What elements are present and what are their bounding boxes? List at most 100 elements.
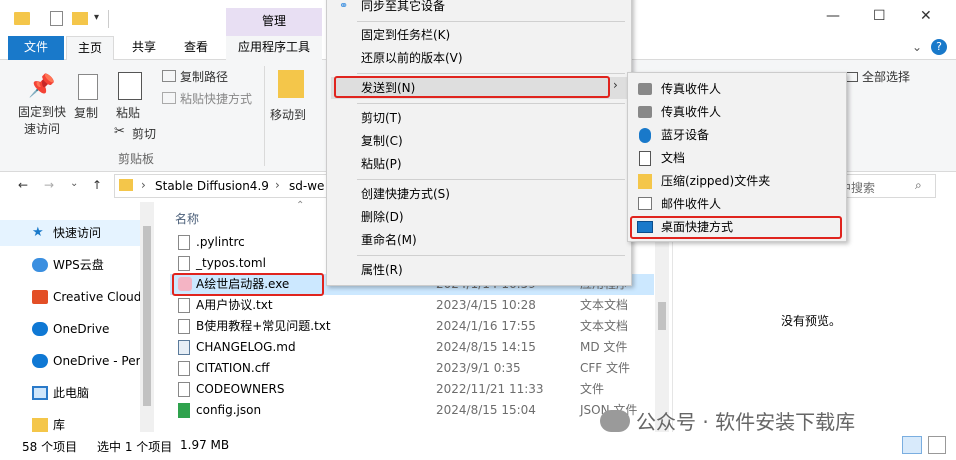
pin-quick-access-button[interactable]: 固定到快速访问 — [14, 104, 70, 138]
file-date: 2024/8/15 15:04 — [436, 403, 536, 417]
menu-item-cut[interactable]: 剪切(T) — [361, 107, 402, 129]
table-row[interactable]: CODEOWNERS 2022/11/21 11:33 文件 — [170, 379, 654, 400]
table-row[interactable]: CITATION.cff 2023/9/1 0:35 CFF 文件 — [170, 358, 654, 379]
table-row[interactable]: config.json 2024/8/15 15:04 JSON 文件 — [170, 400, 654, 421]
menu-item-paste[interactable]: 粘贴(P) — [361, 153, 402, 175]
menu-item-restore-versions[interactable]: 还原以前的版本(V) — [361, 47, 463, 69]
table-row[interactable]: A用户协议.txt 2023/4/15 10:28 文本文档 — [170, 295, 654, 316]
nav-item-wps[interactable]: WPS云盘 — [0, 252, 140, 278]
nav-item-onedrive-personal[interactable]: OneDrive - Per — [0, 348, 140, 374]
file-type: 文本文档 — [580, 298, 629, 312]
search-icon[interactable]: ⌕ — [915, 178, 922, 193]
cloud-icon — [32, 258, 48, 272]
tab-file[interactable]: 文件 — [8, 36, 64, 60]
help-icon[interactable]: ? — [931, 39, 947, 55]
nav-label: OneDrive - Per — [53, 354, 140, 368]
table-row[interactable]: B使用教程+常见问题.txt 2024/1/16 17:55 文本文档 — [170, 316, 654, 337]
submenu-item-zip[interactable]: 压缩(zipped)文件夹 — [661, 170, 770, 192]
nav-item-creative-cloud[interactable]: Creative Cloud — [0, 284, 140, 310]
menu-item-rename[interactable]: 重命名(M) — [361, 229, 417, 251]
tab-view[interactable]: 查看 — [172, 36, 220, 60]
file-name: .pylintrc — [196, 235, 245, 249]
file-name: CHANGELOG.md — [196, 340, 296, 354]
manage-context-tab[interactable]: 管理 — [226, 8, 322, 36]
folder-icon — [14, 12, 30, 25]
select-all-button[interactable]: 全部选择 — [862, 68, 910, 85]
nav-label: 库 — [53, 418, 66, 432]
close-icon[interactable]: ✕ — [920, 8, 932, 24]
submenu-item-documents[interactable]: 文档 — [661, 147, 685, 169]
large-icons-view-icon[interactable] — [928, 436, 946, 454]
menu-item-create-shortcut[interactable]: 创建快捷方式(S) — [361, 183, 450, 205]
tab-share[interactable]: 共享 — [120, 36, 168, 60]
submenu-item-fax-1[interactable]: 传真收件人 — [661, 78, 721, 100]
status-bar: 58 个项目 选中 1 个项目 1.97 MB — [0, 432, 956, 460]
chevron-right-icon[interactable]: › — [275, 178, 280, 192]
text-file-icon — [178, 298, 190, 313]
details-view-icon[interactable] — [902, 436, 922, 454]
text-file-icon — [178, 319, 190, 334]
breadcrumb-sd-webui[interactable]: sd-we — [289, 179, 324, 193]
paste-icon — [118, 72, 142, 100]
minimize-icon[interactable]: — — [826, 8, 840, 24]
file-date: 2024/1/16 17:55 — [436, 319, 536, 333]
back-arrow-icon[interactable]: ← — [18, 178, 28, 192]
copy-button[interactable]: 复制 — [74, 104, 98, 121]
up-arrow-icon[interactable]: ↑ — [92, 178, 102, 192]
new-folder-icon[interactable] — [72, 12, 88, 25]
menu-item-properties[interactable]: 属性(R) — [361, 259, 403, 281]
nav-label: 快速访问 — [53, 226, 102, 240]
chevron-right-icon[interactable]: › — [141, 178, 146, 192]
breadcrumb-stable-diffusion[interactable]: Stable Diffusion4.9 — [155, 179, 269, 193]
file-list-header[interactable]: 名称 — [175, 210, 199, 227]
nav-label: OneDrive — [53, 322, 110, 336]
nav-item-onedrive[interactable]: OneDrive — [0, 316, 140, 342]
file-icon — [178, 235, 190, 250]
submenu-item-mail[interactable]: 邮件收件人 — [661, 193, 721, 215]
chevron-down-icon[interactable]: ⌄ — [912, 40, 922, 54]
nav-item-this-pc[interactable]: 此电脑 — [0, 380, 140, 406]
context-menu: ⚭ 同步至其它设备 固定到任务栏(K) 还原以前的版本(V) 发送到(N) › … — [326, 0, 632, 286]
cut-button[interactable]: 剪切 — [132, 125, 156, 142]
chevron-right-icon: › — [613, 78, 618, 92]
nav-label: 此电脑 — [53, 386, 90, 400]
forward-arrow-icon[interactable]: → — [44, 178, 54, 192]
file-date: 2023/9/1 0:35 — [436, 361, 521, 375]
highlight-exe-file — [172, 273, 324, 296]
address-bar[interactable]: › Stable Diffusion4.9 › sd-we — [114, 174, 334, 198]
table-row[interactable]: CHANGELOG.md 2024/8/15 14:15 MD 文件 — [170, 337, 654, 358]
no-preview-text: 没有预览。 — [781, 314, 842, 328]
menu-item-copy[interactable]: 复制(C) — [361, 130, 403, 152]
navigation-pane: ★ 快速访问 WPS云盘 Creative Cloud OneDrive One… — [0, 202, 155, 432]
paste-button[interactable]: 粘贴 — [116, 104, 140, 121]
selection-size: 1.97 MB — [180, 438, 230, 452]
move-to-button[interactable]: 移动到 — [270, 106, 306, 123]
file-date: 2024/8/15 14:15 — [436, 340, 536, 354]
chevron-down-icon[interactable]: ▾ — [94, 12, 99, 23]
nav-scrollbar[interactable] — [140, 202, 154, 432]
watermark: 公众号 · 软件安装下载库 — [600, 406, 930, 436]
tab-app-tools[interactable]: 应用程序工具 — [226, 36, 322, 60]
recent-locations-icon[interactable]: ⌄ — [70, 178, 78, 189]
menu-item-pin-taskbar[interactable]: 固定到任务栏(K) — [361, 24, 450, 46]
pin-icon: 📌 — [28, 74, 56, 99]
submenu-item-bluetooth[interactable]: 蓝牙设备 — [661, 124, 709, 146]
nav-label: WPS云盘 — [53, 258, 104, 272]
library-icon — [32, 418, 48, 432]
file-type: 文件 — [580, 382, 605, 396]
fax-icon — [638, 106, 652, 118]
nav-label: Creative Cloud — [53, 290, 140, 304]
copy-path-button[interactable]: 复制路径 — [180, 68, 228, 85]
file-name: _typos.toml — [196, 256, 266, 270]
nav-item-quick-access[interactable]: ★ 快速访问 — [0, 220, 140, 246]
submenu-item-fax-2[interactable]: 传真收件人 — [661, 101, 721, 123]
document-icon — [639, 151, 651, 166]
maximize-icon[interactable]: ☐ — [873, 8, 886, 24]
paste-shortcut-button[interactable]: 粘贴快捷方式 — [180, 90, 252, 107]
scissors-icon: ✂ — [114, 124, 125, 139]
tab-home[interactable]: 主页 — [66, 36, 114, 60]
onedrive-icon — [32, 354, 48, 368]
menu-item-sync[interactable]: 同步至其它设备 — [361, 0, 445, 17]
properties-icon[interactable] — [50, 11, 63, 26]
menu-item-delete[interactable]: 删除(D) — [361, 206, 404, 228]
